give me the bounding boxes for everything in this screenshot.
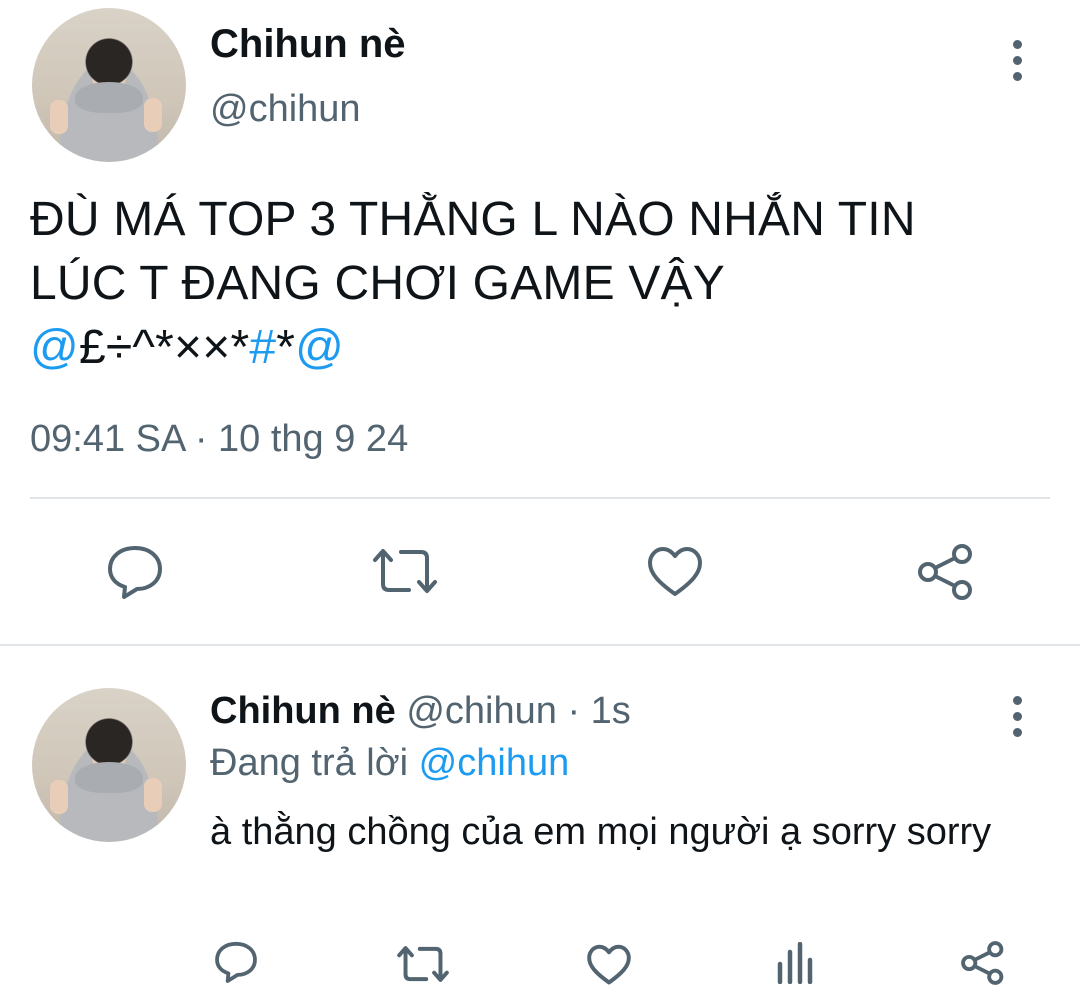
retweet-icon <box>397 946 449 982</box>
tweet-text-line-2: LÚC T ĐANG CHƠI GAME VẬY <box>30 257 725 310</box>
tweet-date: 10 thg 9 24 <box>218 418 409 460</box>
like-icon <box>648 547 702 596</box>
avatar[interactable] <box>32 8 186 162</box>
mention-symbol[interactable]: @ <box>30 321 79 374</box>
tweet-text-line-1: ĐÙ MÁ TOP 3 THẰNG L NÀO NHẮN TIN <box>30 193 916 246</box>
reply-handle[interactable]: @chihun <box>406 690 557 732</box>
share-icon <box>918 544 972 600</box>
handle[interactable]: @chihun <box>210 88 361 131</box>
reply-more-options-icon[interactable] <box>1011 696 1023 737</box>
reply-separator: · <box>567 690 581 732</box>
meta-separator: · <box>194 418 208 460</box>
reply-header: Chihun nè @chihun · 1s <box>210 690 631 733</box>
retweet-icon <box>373 549 437 593</box>
tweet-text: ĐÙ MÁ TOP 3 THẰNG L NÀO NHẮN TIN LÚC T Đ… <box>30 188 1050 380</box>
more-options-icon[interactable] <box>1011 40 1023 81</box>
reply-avatar[interactable] <box>32 688 186 842</box>
share-button[interactable] <box>916 542 976 602</box>
comment-icon <box>215 941 257 983</box>
reply-retweet-button[interactable] <box>396 944 450 984</box>
replying-prefix: Đang trả lời <box>210 742 409 784</box>
reply-like-button[interactable] <box>586 944 632 986</box>
section-divider <box>0 644 1080 646</box>
comment-icon <box>108 546 162 599</box>
reply-display-name[interactable]: Chihun nè <box>210 690 396 732</box>
reply-share-button[interactable] <box>960 940 1006 986</box>
mention-symbol[interactable]: @ <box>295 321 344 374</box>
divider <box>30 497 1050 499</box>
symbol-text: £÷^*××* <box>78 321 250 374</box>
analytics-icon <box>777 942 813 984</box>
like-icon <box>587 944 631 985</box>
reply-text: à thằng chồng của em mọi người ạ sorry s… <box>210 811 992 853</box>
share-icon <box>961 941 1004 985</box>
tweet-timestamp[interactable]: 09:41 SA · 10 thg 9 24 <box>30 418 408 461</box>
display-name[interactable]: Chihun nè <box>210 22 406 67</box>
replying-to: Đang trả lời @chihun <box>210 742 569 785</box>
tweet-symbols: @£÷^*××*#*@ <box>30 316 1050 380</box>
comment-button[interactable] <box>106 544 164 600</box>
symbol-star: * <box>276 321 296 374</box>
retweet-button[interactable] <box>371 546 439 596</box>
reply-comment-button[interactable] <box>214 940 258 984</box>
reply-age: 1s <box>590 690 631 732</box>
hashtag-symbol[interactable]: # <box>249 321 276 374</box>
replying-mention[interactable]: @chihun <box>419 742 570 784</box>
like-button[interactable] <box>646 546 704 598</box>
tweet-time: 09:41 SA <box>30 418 185 460</box>
reply-analytics-button[interactable] <box>776 942 816 984</box>
